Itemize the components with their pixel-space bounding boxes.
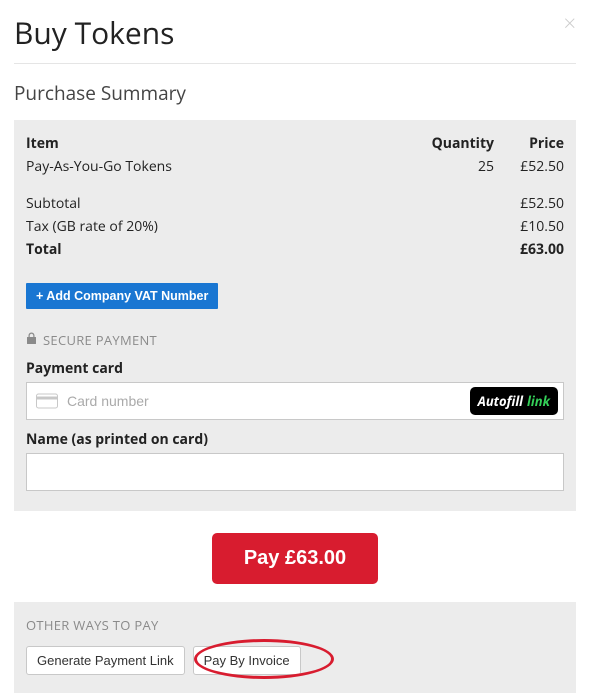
generate-payment-link-button[interactable]: Generate Payment Link bbox=[26, 646, 185, 675]
cardholder-name-input[interactable] bbox=[26, 453, 564, 491]
table-row: Subtotal £52.50 bbox=[26, 192, 564, 215]
autofill-link-text: link bbox=[527, 392, 550, 410]
other-ways-title: OTHER WAYS TO PAY bbox=[26, 616, 564, 634]
table-row: Tax (GB rate of 20%) £10.50 bbox=[26, 215, 564, 238]
col-quantity: Quantity bbox=[414, 132, 494, 155]
card-label: Payment card bbox=[26, 359, 564, 378]
name-label: Name (as printed on card) bbox=[26, 430, 564, 449]
pay-by-invoice-button[interactable]: Pay By Invoice bbox=[193, 646, 301, 675]
item-name: Pay-As-You-Go Tokens bbox=[26, 155, 414, 178]
col-price: Price bbox=[494, 132, 564, 155]
tax-value: £10.50 bbox=[494, 215, 564, 238]
pay-button[interactable]: Pay £63.00 bbox=[212, 533, 378, 584]
item-qty: 25 bbox=[414, 155, 494, 178]
subtotal-value: £52.50 bbox=[494, 192, 564, 215]
summary-table: Item Quantity Price Pay-As-You-Go Tokens… bbox=[26, 132, 564, 261]
table-row: Total £63.00 bbox=[26, 238, 564, 261]
col-item: Item bbox=[26, 132, 414, 155]
autofill-badge[interactable]: Autofill link bbox=[470, 387, 558, 415]
item-price: £52.50 bbox=[494, 155, 564, 178]
tax-label: Tax (GB rate of 20%) bbox=[26, 215, 414, 238]
total-label: Total bbox=[26, 238, 414, 261]
summary-heading: Purchase Summary bbox=[14, 80, 576, 106]
subtotal-label: Subtotal bbox=[26, 192, 414, 215]
autofill-text: Autofill bbox=[478, 392, 523, 410]
card-icon bbox=[36, 394, 58, 409]
summary-panel: Item Quantity Price Pay-As-You-Go Tokens… bbox=[14, 120, 576, 511]
secure-payment-label: SECURE PAYMENT bbox=[43, 331, 157, 349]
page-title: Buy Tokens bbox=[14, 12, 174, 53]
close-icon[interactable]: × bbox=[563, 12, 576, 34]
table-row: Pay-As-You-Go Tokens 25 £52.50 bbox=[26, 155, 564, 178]
total-value: £63.00 bbox=[494, 238, 564, 261]
other-ways-panel: OTHER WAYS TO PAY Generate Payment Link … bbox=[14, 602, 576, 693]
add-vat-button[interactable]: + Add Company VAT Number bbox=[26, 283, 218, 309]
lock-icon bbox=[26, 331, 37, 349]
